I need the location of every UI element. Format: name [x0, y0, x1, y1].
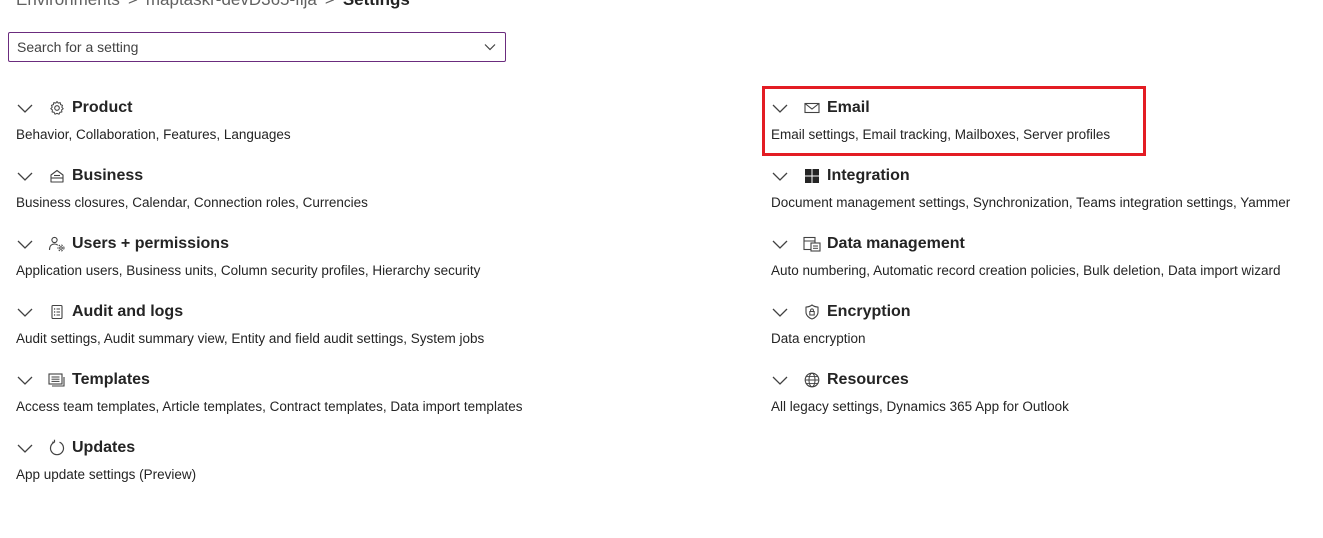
section-title[interactable]: Users + permissions: [72, 235, 229, 253]
section-product: Product Behavior, Collaboration, Feature…: [16, 97, 291, 142]
section-description: Business closures, Calendar, Connection …: [16, 195, 368, 210]
section-title[interactable]: Integration: [827, 167, 910, 185]
globe-icon: [803, 371, 821, 389]
section-description: Auto numbering, Automatic record creatio…: [771, 263, 1281, 278]
section-title[interactable]: Templates: [72, 371, 150, 389]
section-description: Audit settings, Audit summary view, Enti…: [16, 331, 485, 346]
chevron-down-icon[interactable]: [771, 167, 789, 185]
templates-icon: [48, 371, 66, 389]
chevron-down-icon[interactable]: [16, 371, 34, 389]
section-description: Data encryption: [771, 331, 866, 346]
chevron-down-icon[interactable]: [16, 235, 34, 253]
clipboard-list-icon: [48, 303, 66, 321]
breadcrumb-current: Settings: [343, 0, 410, 9]
chevron-down-icon[interactable]: [771, 303, 789, 321]
section-description: All legacy settings, Dynamics 365 App fo…: [771, 399, 1069, 414]
chevron-down-icon[interactable]: [16, 303, 34, 321]
section-integration: Integration Document management settings…: [771, 165, 1290, 210]
section-title[interactable]: Product: [72, 99, 132, 117]
people-settings-icon: [48, 235, 66, 253]
gear-icon: [48, 99, 66, 117]
section-description: Access team templates, Article templates…: [16, 399, 523, 414]
section-business: Business Business closures, Calendar, Co…: [16, 165, 368, 210]
shield-lock-icon: [803, 303, 821, 321]
chevron-down-icon[interactable]: [771, 235, 789, 253]
breadcrumb-item-environments[interactable]: Environments: [16, 0, 120, 9]
section-audit-logs: Audit and logs Audit settings, Audit sum…: [16, 301, 484, 346]
building-icon: [48, 167, 66, 185]
settings-page: Environments > maptaskr-devD365-fija > Setti…: [0, 0, 1323, 538]
breadcrumb: Environments > maptaskr-devD365-fija > Setti…: [16, 0, 410, 11]
section-resources: Resources All legacy settings, Dynamics …: [771, 369, 1069, 414]
search-box[interactable]: [8, 32, 506, 62]
chevron-down-icon[interactable]: [16, 167, 34, 185]
section-title[interactable]: Data management: [827, 235, 965, 253]
breadcrumb-separator: >: [325, 0, 335, 9]
section-title[interactable]: Encryption: [827, 303, 911, 321]
section-description: App update settings (Preview): [16, 467, 197, 482]
windows-icon: [803, 167, 821, 185]
section-description: Document management settings, Synchroniz…: [771, 195, 1291, 210]
data-management-icon: [803, 235, 821, 253]
section-data-management: Data management Auto numbering, Automati…: [771, 233, 1281, 278]
section-title[interactable]: Business: [72, 167, 143, 185]
section-updates: Updates App update settings (Preview): [16, 437, 196, 482]
chevron-down-icon[interactable]: [16, 439, 34, 457]
breadcrumb-item-environment[interactable]: maptaskr-devD365-fija: [146, 0, 317, 9]
chevron-down-icon[interactable]: [771, 371, 789, 389]
email-highlight-box: [762, 86, 1146, 156]
section-title[interactable]: Updates: [72, 439, 135, 457]
breadcrumb-separator: >: [128, 0, 138, 9]
search-input[interactable]: [9, 33, 477, 61]
section-templates: Templates Access team templates, Article…: [16, 369, 522, 414]
section-encryption: Encryption Data encryption: [771, 301, 911, 346]
chevron-down-icon[interactable]: [483, 40, 497, 54]
section-description: Behavior, Collaboration, Features, Langu…: [16, 127, 291, 142]
section-title[interactable]: Resources: [827, 371, 909, 389]
chevron-down-icon[interactable]: [16, 99, 34, 117]
refresh-icon: [48, 439, 66, 457]
section-title[interactable]: Audit and logs: [72, 303, 183, 321]
section-users-permissions: Users + permissions Application users, B…: [16, 233, 480, 278]
section-description: Application users, Business units, Colum…: [16, 263, 481, 278]
